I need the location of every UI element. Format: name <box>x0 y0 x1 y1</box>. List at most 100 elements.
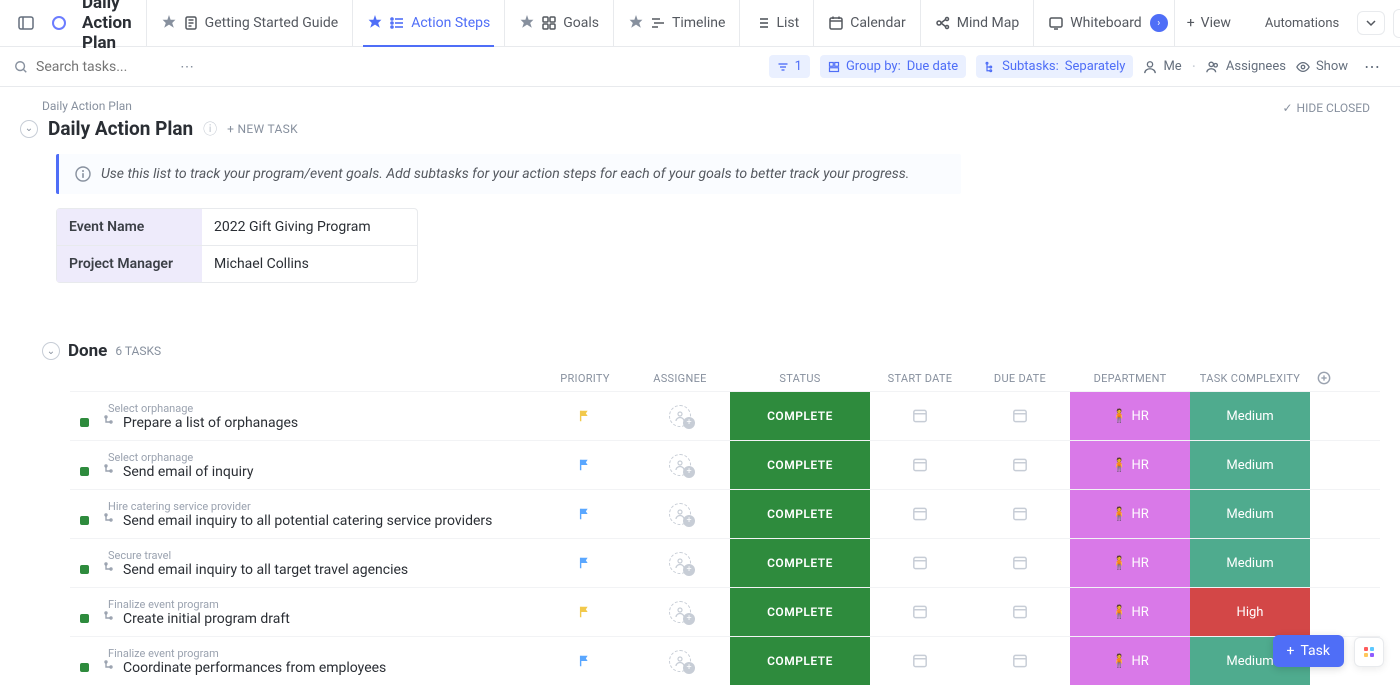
task-main[interactable]: Hire catering service provider Send emai… <box>70 490 540 538</box>
task-row[interactable]: Hire catering service provider Send emai… <box>70 489 1380 538</box>
due-date-cell[interactable] <box>970 539 1070 587</box>
task-main[interactable]: Finalize event program Coordinate perfor… <box>70 637 540 685</box>
status-cell[interactable]: COMPLETE <box>730 441 870 489</box>
task-row[interactable]: Select orphanage Send email of inquiry +… <box>70 440 1380 489</box>
start-date-cell[interactable] <box>870 539 970 587</box>
col-header[interactable]: START DATE <box>870 372 970 385</box>
department-cell[interactable]: 🧍HR <box>1070 588 1190 636</box>
start-date-cell[interactable] <box>870 441 970 489</box>
status-cell[interactable]: COMPLETE <box>730 637 870 685</box>
complexity-cell[interactable]: Medium <box>1190 441 1310 489</box>
col-header[interactable]: STATUS <box>730 372 870 385</box>
due-date-cell[interactable] <box>970 490 1070 538</box>
priority-cell[interactable] <box>540 441 630 489</box>
status-square-icon[interactable] <box>80 516 89 525</box>
col-header[interactable]: DEPARTMENT <box>1070 372 1190 385</box>
create-task-fab[interactable]: + Task <box>1273 635 1344 667</box>
me-filter[interactable]: Me <box>1143 59 1181 74</box>
tab-getting-started[interactable]: Getting Started Guide <box>146 0 353 46</box>
complexity-cell[interactable]: Medium <box>1190 539 1310 587</box>
collapse-list-button[interactable]: ⌄ <box>20 120 38 138</box>
due-date-cell[interactable] <box>970 441 1070 489</box>
task-row[interactable]: Secure travel Send email inquiry to all … <box>70 538 1380 587</box>
col-header[interactable]: PRIORITY <box>540 372 630 385</box>
task-row[interactable]: Select orphanage Prepare a list of orpha… <box>70 391 1380 440</box>
task-main[interactable]: Secure travel Send email inquiry to all … <box>70 539 540 587</box>
priority-cell[interactable] <box>540 637 630 685</box>
task-main[interactable]: Finalize event program Create initial pr… <box>70 588 540 636</box>
tabs-scroll-right[interactable]: › <box>1148 14 1174 32</box>
assignee-cell[interactable]: + <box>630 490 730 538</box>
task-main[interactable]: Select orphanage Prepare a list of orpha… <box>70 392 540 440</box>
start-date-cell[interactable] <box>870 588 970 636</box>
department-cell[interactable]: 🧍HR <box>1070 637 1190 685</box>
priority-cell[interactable] <box>540 539 630 587</box>
complexity-cell[interactable]: Medium <box>1190 490 1310 538</box>
filter-count-chip[interactable]: 1 <box>769 55 810 78</box>
tab-calendar[interactable]: Calendar <box>813 0 920 46</box>
assignee-cell[interactable]: + <box>630 539 730 587</box>
collapse-sidebar-icon[interactable] <box>12 11 40 35</box>
status-cell[interactable]: COMPLETE <box>730 490 870 538</box>
status-square-icon[interactable] <box>80 418 89 427</box>
status-cell[interactable]: COMPLETE <box>730 392 870 440</box>
more-options-icon[interactable]: ⋯ <box>1358 53 1386 80</box>
share-button[interactable]: Share <box>1393 9 1400 38</box>
col-header[interactable]: ASSIGNEE <box>630 372 730 385</box>
tab-mindmap[interactable]: Mind Map <box>920 0 1033 46</box>
tab-action-steps[interactable]: Action Steps <box>352 0 504 46</box>
tab-whiteboard[interactable]: Whiteboard <box>1033 0 1148 46</box>
priority-cell[interactable] <box>540 490 630 538</box>
tab-goals[interactable]: Goals <box>504 0 613 46</box>
priority-cell[interactable] <box>540 588 630 636</box>
complexity-cell[interactable]: Medium <box>1190 392 1310 440</box>
due-date-cell[interactable] <box>970 637 1070 685</box>
status-cell[interactable]: COMPLETE <box>730 539 870 587</box>
hide-closed-toggle[interactable]: ✓ HIDE CLOSED <box>1282 101 1370 115</box>
breadcrumb[interactable]: Daily Action Plan <box>20 99 1380 113</box>
priority-cell[interactable] <box>540 392 630 440</box>
add-view-button[interactable]: + View <box>1174 0 1243 46</box>
new-task-button[interactable]: + NEW TASK <box>227 122 298 136</box>
assignee-cell[interactable]: + <box>630 637 730 685</box>
task-row[interactable]: Finalize event program Create initial pr… <box>70 587 1380 636</box>
task-row[interactable]: Finalize event program Coordinate perfor… <box>70 636 1380 685</box>
search-more-icon[interactable]: ⋯ <box>174 55 200 79</box>
automations-button[interactable]: Automations <box>1255 10 1349 37</box>
info-icon[interactable]: ⓘ <box>203 119 217 139</box>
search-input[interactable] <box>36 59 166 75</box>
apps-menu-button[interactable] <box>1354 637 1384 667</box>
assignee-cell[interactable]: + <box>630 441 730 489</box>
department-cell[interactable]: 🧍HR <box>1070 441 1190 489</box>
status-cell[interactable]: COMPLETE <box>730 588 870 636</box>
tab-timeline[interactable]: Timeline <box>613 0 739 46</box>
groupby-chip[interactable]: Group by: Due date <box>820 55 966 78</box>
department-cell[interactable]: 🧍HR <box>1070 490 1190 538</box>
collapse-group-button[interactable]: ⌄ <box>42 342 60 360</box>
subtasks-chip[interactable]: Subtasks: Separately <box>976 55 1133 78</box>
add-column-button[interactable] <box>1310 371 1338 385</box>
complexity-cell[interactable]: High <box>1190 588 1310 636</box>
list-space-icon[interactable] <box>46 12 72 34</box>
tab-list[interactable]: List <box>739 0 813 46</box>
assignee-cell[interactable]: + <box>630 588 730 636</box>
status-square-icon[interactable] <box>80 467 89 476</box>
due-date-cell[interactable] <box>970 588 1070 636</box>
show-toggle[interactable]: Show <box>1296 59 1348 74</box>
meta-value[interactable]: Michael Collins <box>202 246 417 282</box>
assignees-filter[interactable]: Assignees <box>1206 59 1286 74</box>
assignee-cell[interactable]: + <box>630 392 730 440</box>
automations-dropdown[interactable] <box>1357 11 1385 35</box>
status-square-icon[interactable] <box>80 565 89 574</box>
due-date-cell[interactable] <box>970 392 1070 440</box>
col-header[interactable]: TASK COMPLEXITY <box>1190 372 1310 385</box>
department-cell[interactable]: 🧍HR <box>1070 539 1190 587</box>
start-date-cell[interactable] <box>870 392 970 440</box>
status-square-icon[interactable] <box>80 614 89 623</box>
department-cell[interactable]: 🧍HR <box>1070 392 1190 440</box>
start-date-cell[interactable] <box>870 637 970 685</box>
status-square-icon[interactable] <box>80 663 89 672</box>
start-date-cell[interactable] <box>870 490 970 538</box>
col-header[interactable]: DUE DATE <box>970 372 1070 385</box>
meta-value[interactable]: 2022 Gift Giving Program <box>202 209 417 245</box>
